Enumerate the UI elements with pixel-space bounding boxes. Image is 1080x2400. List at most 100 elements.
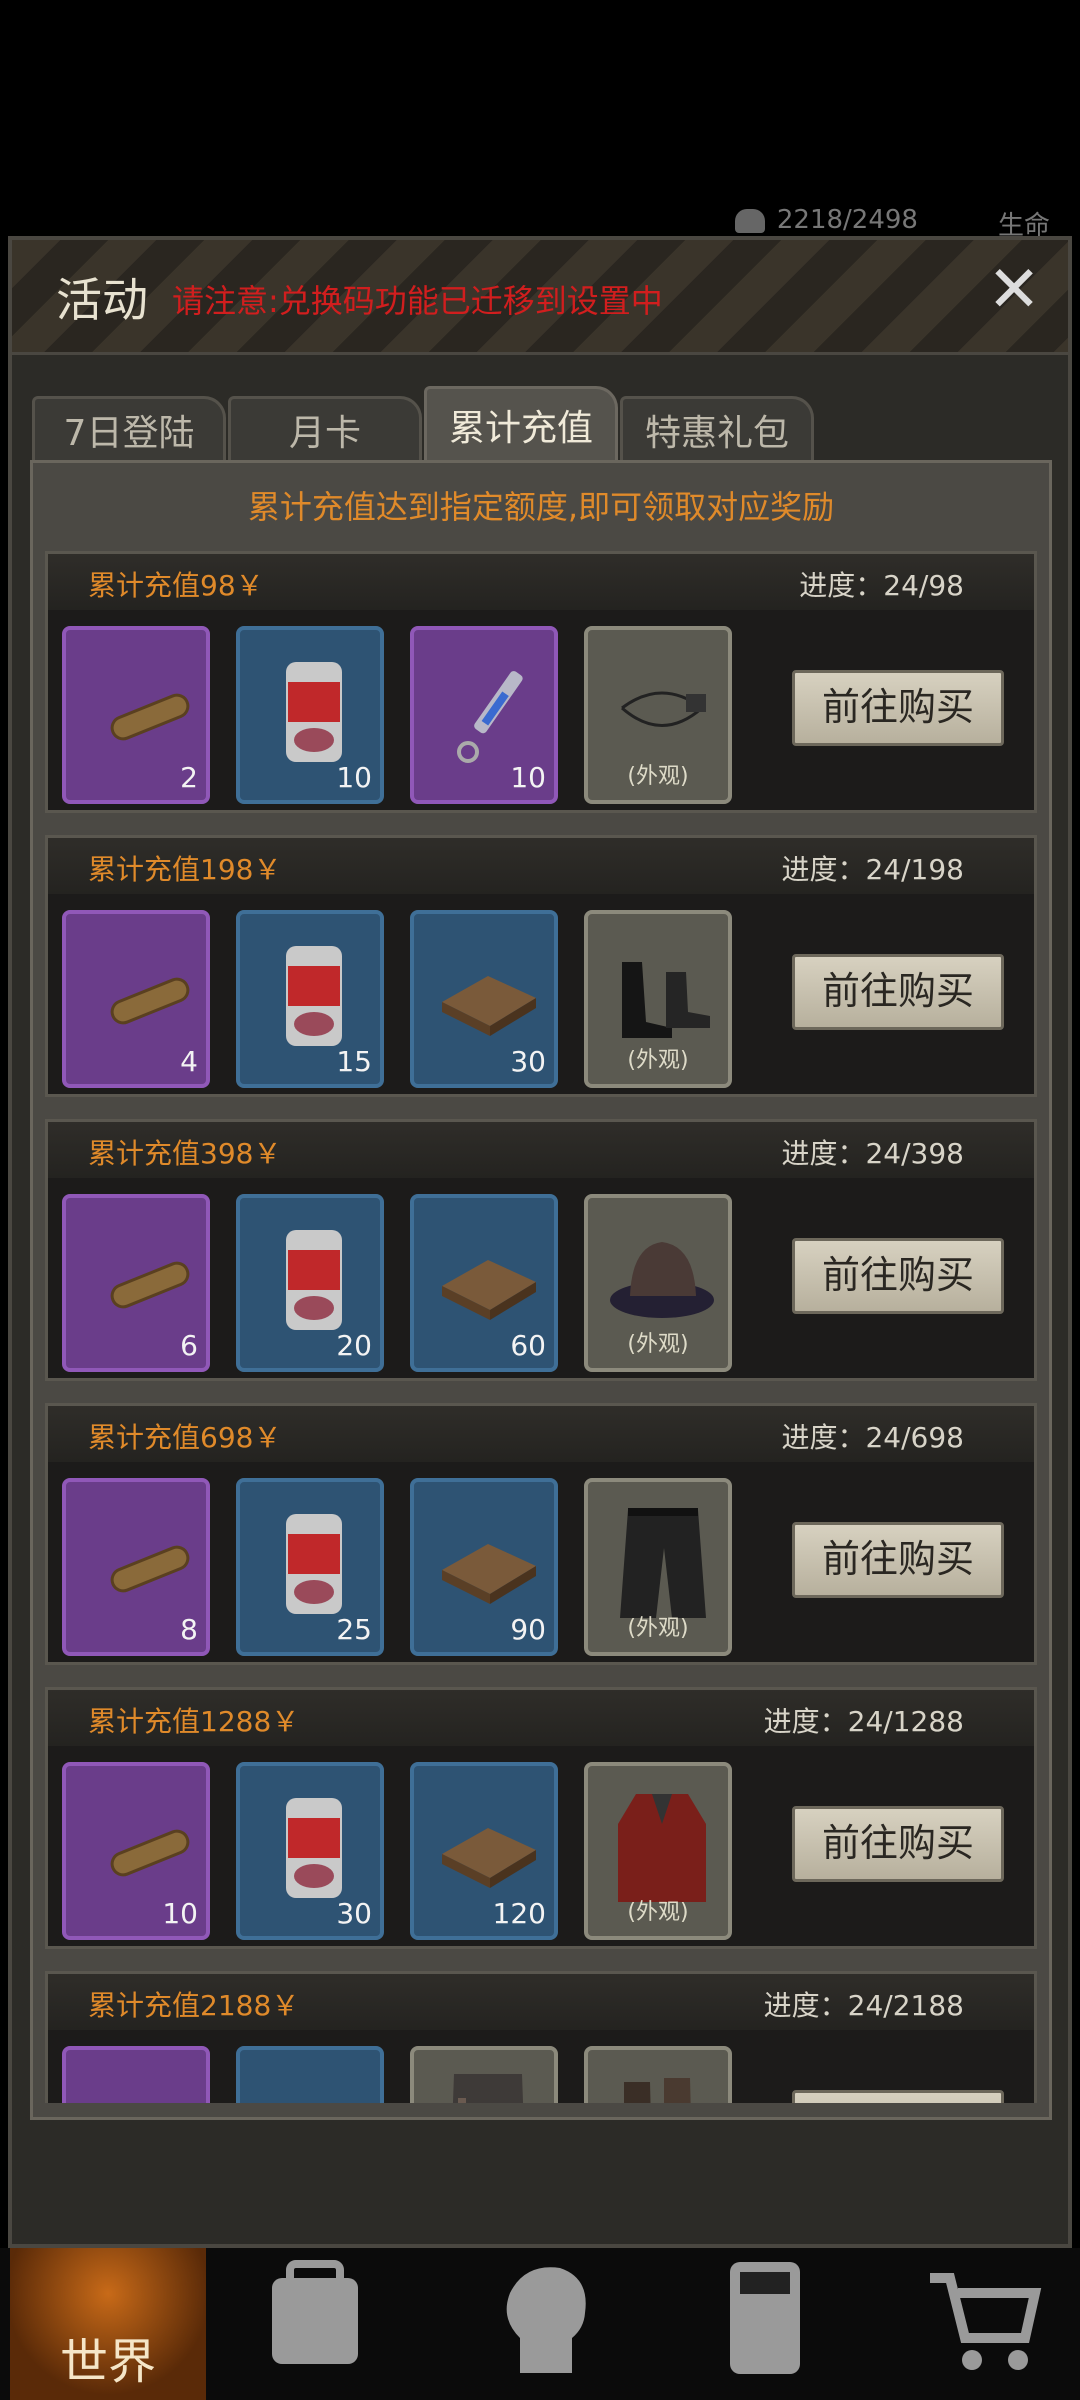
reward-item-slot[interactable]: 10	[62, 1762, 210, 1940]
reward-tier-header: 累计充值698￥ 进度：24/698	[48, 1406, 1034, 1462]
meat-can-icon	[286, 1514, 342, 1614]
head-icon[interactable]	[480, 2258, 610, 2378]
cigar-icon	[110, 1829, 190, 1877]
tab-7day-login[interactable]: 7日登陆	[32, 396, 226, 469]
cigar-icon	[110, 693, 190, 741]
boots-icon	[624, 2078, 691, 2103]
reward-item-slot[interactable]: (外观)	[584, 1478, 732, 1656]
reward-tier: 累计充值698￥ 进度：24/698 8 25 90 (外观) 前往购买	[45, 1403, 1037, 1665]
backpack-icon[interactable]	[250, 2258, 380, 2378]
reward-item-slot[interactable]: 2	[62, 626, 210, 804]
reward-item-slot[interactable]: (外观)	[584, 1762, 732, 1940]
reward-item-appearance-tag: (外观)	[627, 1332, 689, 1357]
reward-item-slot[interactable]: 30	[236, 1762, 384, 1940]
reward-item-slot[interactable]: 25	[236, 1478, 384, 1656]
go-buy-button[interactable]: 前往购买	[792, 2090, 1004, 2103]
modal-title: 活动	[56, 273, 148, 327]
reward-tier-header: 累计充值2188￥ 进度：24/2188	[48, 1974, 1034, 2030]
nav-world-button[interactable]: 世界	[10, 2248, 206, 2400]
cigar-icon	[110, 977, 190, 1025]
reward-tier-progress: 进度：24/698	[781, 1421, 964, 1454]
reward-item-qty: 15	[336, 1045, 372, 1078]
reward-item-slot[interactable]: (外观)	[584, 910, 732, 1088]
reward-item-slot[interactable]: 15	[236, 910, 384, 1088]
cigar-icon	[110, 1545, 190, 1593]
supply-box-icon	[254, 2068, 374, 2103]
reward-tier: 累计充值2188￥ 进度：24/2188 12 150 (外观) (外观) 前往购买	[45, 1971, 1037, 2103]
reward-tier-title: 累计充值698￥	[88, 1421, 282, 1454]
supply-box-icon	[442, 1260, 536, 1320]
reward-list[interactable]: 累计充值98￥ 进度：24/98 2 10 10 (外观) 前往购买 累计充值198￥ 进度：2…	[45, 551, 1037, 2103]
tab-content: 累计充值达到指定额度,即可领取对应奖励 累计充值98￥ 进度：24/98 2 10 10…	[30, 460, 1052, 2120]
reward-item-qty: 30	[510, 1045, 546, 1078]
reward-item-slot[interactable]: 4	[62, 910, 210, 1088]
reward-item-slot[interactable]: 8	[62, 1478, 210, 1656]
coat-icon	[618, 1794, 706, 1902]
reward-item-slot[interactable]: (外观)	[410, 2046, 558, 2103]
reward-item-appearance-tag: (外观)	[627, 1048, 689, 1073]
go-buy-button[interactable]: 前往购买	[792, 954, 1004, 1030]
pants-icon	[452, 2074, 524, 2103]
tab-monthly-card[interactable]: 月卡	[228, 396, 422, 469]
go-buy-button[interactable]: 前往购买	[792, 1522, 1004, 1598]
reward-item-slot[interactable]: 10	[410, 626, 558, 804]
reward-item-qty: 60	[510, 1329, 546, 1362]
reward-tier-progress: 进度：24/98	[799, 569, 964, 602]
reward-item-qty: 25	[336, 1613, 372, 1646]
reward-item-slot[interactable]: 10	[236, 626, 384, 804]
supply-box-icon	[442, 1544, 536, 1604]
reward-item-slot[interactable]: (外观)	[584, 2046, 732, 2103]
bottom-nav: 世界	[0, 2248, 1080, 2400]
reward-item-slot[interactable]: 60	[410, 1194, 558, 1372]
meat-can-icon	[286, 946, 342, 1046]
hat-icon	[610, 1242, 714, 1318]
reward-tier-progress: 进度：24/398	[781, 1137, 964, 1170]
reward-item-slot[interactable]: 90	[410, 1478, 558, 1656]
reward-item-appearance-tag: (外观)	[627, 764, 689, 789]
reward-item-qty: 10	[510, 761, 546, 794]
reward-tier-header: 累计充值1288￥ 进度：24/1288	[48, 1690, 1034, 1746]
reward-item-slot[interactable]: (外观)	[584, 626, 732, 804]
tab-special-offers[interactable]: 特惠礼包	[620, 396, 814, 469]
eyepatch-icon	[621, 691, 706, 727]
reward-item-slot[interactable]: 150	[236, 2046, 384, 2103]
reward-tier-header: 累计充值198￥ 进度：24/198	[48, 838, 1034, 894]
reward-tier: 累计充值98￥ 进度：24/98 2 10 10 (外观) 前往购买	[45, 551, 1037, 813]
syringe-icon	[457, 671, 523, 763]
reward-tier-progress: 进度：24/198	[781, 853, 964, 886]
reward-item-qty: 90	[510, 1613, 546, 1646]
cigar-icon	[80, 2068, 200, 2103]
reward-item-qty: 4	[180, 1045, 198, 1078]
reward-item-slot[interactable]: 20	[236, 1194, 384, 1372]
reward-item-slot[interactable]: (外观)	[584, 1194, 732, 1372]
reward-item-qty: 10	[336, 761, 372, 794]
reward-item-qty: 6	[180, 1329, 198, 1362]
reward-item-slot[interactable]: 12	[62, 2046, 210, 2103]
reward-item-qty: 120	[492, 1897, 546, 1930]
phone-icon[interactable]	[700, 2258, 830, 2378]
reward-tier-header: 累计充值98￥ 进度：24/98	[48, 554, 1034, 610]
modal-header: 活动 请注意:兑换码功能已迁移到设置中 ✕	[12, 240, 1068, 355]
trousers-icon	[620, 1508, 706, 1618]
reward-item-appearance-tag: (外观)	[627, 1616, 689, 1641]
reward-item-qty: 2	[180, 761, 198, 794]
intro-text: 累计充值达到指定额度,即可领取对应奖励	[247, 488, 835, 526]
cart-icon[interactable]	[920, 2258, 1050, 2378]
reward-item-qty: 10	[162, 1897, 198, 1930]
reward-item-slot[interactable]: 120	[410, 1762, 558, 1940]
redeem-notice: 请注意:兑换码功能已迁移到设置中	[172, 282, 663, 320]
go-buy-button[interactable]: 前往购买	[792, 1238, 1004, 1314]
go-buy-button[interactable]: 前往购买	[792, 1806, 1004, 1882]
reward-tier-progress: 进度：24/2188	[763, 1989, 964, 2022]
tab-cumulative-recharge[interactable]: 累计充值	[424, 386, 618, 471]
reward-tier-progress: 进度：24/1288	[763, 1705, 964, 1738]
go-buy-button[interactable]: 前往购买	[792, 670, 1004, 746]
reward-item-slot[interactable]: 30	[410, 910, 558, 1088]
meat-can-icon	[286, 1798, 342, 1898]
reward-item-slot[interactable]: 6	[62, 1194, 210, 1372]
shoes-icon	[622, 962, 710, 1038]
reward-item-qty: 8	[180, 1613, 198, 1646]
close-icon[interactable]: ✕	[982, 258, 1046, 322]
meat-can-icon	[286, 662, 342, 762]
nav-world-label: 世界	[59, 2334, 156, 2390]
